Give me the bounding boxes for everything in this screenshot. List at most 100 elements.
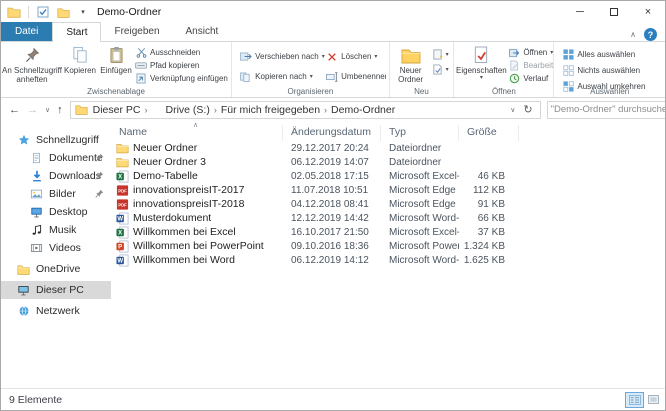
select-all-button[interactable]: Alles auswählen [562,49,665,60]
up-button[interactable]: ↑ [57,104,63,116]
sidebar-item-dokumente[interactable]: Dokumente [1,149,111,167]
delete-x-icon [326,51,338,63]
sidebar-item-downloads[interactable]: Downloads [1,167,111,185]
file-date: 06.12.2019 14:12 [291,254,369,266]
cut-button[interactable]: Ausschneiden [135,47,231,58]
new-folder-button[interactable]: Neuer Ordner [390,44,432,86]
quick-access-toolbar: ▾ [1,4,91,20]
sidebar-item-label: Bilder [49,188,76,200]
clipboard-icon [109,45,124,65]
search-input[interactable] [550,104,665,115]
file-row[interactable]: W Willkommen bei Word 06.12.2019 14:12 Micr… [111,253,665,267]
sidebar-item-label: Netzwerk [36,305,80,317]
ribbon-group-new: Neuer Ordner ▾ ▾ Neu [390,42,455,97]
new-item-button[interactable]: ▾ [432,48,454,61]
sort-ascending-icon[interactable]: ∧ [193,121,198,129]
sidebar-item-bilder[interactable]: Bilder [1,185,111,203]
history-button[interactable]: Verlauf [508,73,553,84]
breadcrumb-item[interactable]: Drive (S:) [162,104,212,116]
minimize-button[interactable]: ─ [563,1,597,23]
paste-button[interactable]: Einfügen [97,44,135,86]
computer-icon [17,284,30,297]
copy-to-button[interactable]: Kopieren nach ▾ [240,71,326,82]
address-dropdown-icon[interactable]: ∨ [505,106,520,114]
group-label-clipboard: Zwischenablage [87,87,145,96]
maximize-button[interactable] [597,1,631,23]
documents-icon [30,152,43,165]
qat-customize-dropdown[interactable]: ▾ [75,4,91,20]
help-icon[interactable]: ? [644,28,657,41]
sidebar-item-label: Schnellzugriff [36,134,99,146]
sidebar-item-netzwerk[interactable]: Netzwerk [1,302,111,320]
address-bar[interactable]: Dieser PC › Drive (S:) › Für mich freigegebe… [69,100,541,119]
sidebar-item-desktop[interactable]: Desktop [1,203,111,221]
file-date: 02.05.2018 17:15 [291,170,369,182]
file-row[interactable]: X Demo-Tabelle 02.05.2018 17:15 Microsoft E… [111,169,665,183]
tab-freigeben[interactable]: Freigeben [101,22,172,41]
recent-locations-dropdown[interactable]: ∨ [45,106,50,114]
tab-start[interactable]: Start [52,22,102,42]
open-button[interactable]: Öffnen ▾ [508,47,553,58]
sidebar-item-label: Musik [49,224,77,236]
file-row[interactable]: PDF innovationspreisIT-2017 11.07.2018 10:… [111,183,665,197]
delete-button[interactable]: Löschen ▾ [326,51,386,62]
sidebar-item-videos[interactable]: Videos [1,239,111,257]
copy-path-button[interactable]: Pfad kopieren [135,60,231,71]
qat-properties-button[interactable] [35,4,51,20]
forward-button[interactable]: → [27,104,38,116]
sidebar-item-dieser-pc[interactable]: Dieser PC [1,281,111,299]
sidebar-item-onedrive[interactable]: OneDrive [1,260,111,278]
file-row[interactable]: Neuer Ordner 3 06.12.2019 14:07 Dateiordne… [111,155,665,169]
copy-button[interactable]: Kopieren [63,44,97,86]
properties-button[interactable]: Eigenschaften ▾ [454,44,508,86]
edit-button[interactable]: Bearbeiten [508,60,553,71]
large-icons-view-button[interactable] [644,392,663,408]
tab-ansicht[interactable]: Ansicht [173,22,232,41]
videos-icon [30,242,43,255]
pin-icon [95,171,104,180]
window-controls: ─ × [563,1,665,23]
easy-access-button[interactable]: ▾ [432,63,454,76]
file-date: 06.12.2019 14:07 [291,156,369,168]
sidebar-item-label: OneDrive [36,263,81,275]
file-row[interactable]: Neuer Ordner 29.12.2017 20:24 Dateiordner [111,141,665,155]
column-header-änderungsdatum[interactable]: Änderungsdatum [283,125,381,141]
file-row[interactable]: W Musterdokument 12.12.2019 14:42 Microsoft… [111,211,665,225]
sidebar-item-musik[interactable]: Musik [1,221,111,239]
back-button[interactable]: ← [9,104,20,116]
breadcrumb-item[interactable]: Für mich freigegeben [218,104,323,116]
column-header-typ[interactable]: Typ [381,125,459,141]
paste-shortcut-icon [135,73,147,85]
file-row[interactable]: PDF innovationspreisIT-2018 04.12.2018 08:… [111,197,665,211]
breadcrumb-separator-icon[interactable]: › [143,105,148,115]
status-bar: 9 Elemente [1,388,665,410]
column-header-größe[interactable]: Größe [459,125,519,141]
rename-button[interactable]: Umbenennen [326,71,386,82]
copy-path-icon [135,60,147,72]
sidebar-item-schnellzugriff[interactable]: Schnellzugriff [1,131,111,149]
edit-icon [508,60,520,72]
move-to-button[interactable]: Verschieben nach ▾ [240,51,326,62]
tab-datei[interactable]: Datei [1,22,53,41]
ribbon-collapse-icon[interactable]: ∧ [630,30,636,39]
details-view-button[interactable] [625,391,644,408]
breadcrumb-item[interactable]: Demo-Ordner [328,104,398,116]
paste-shortcut-button[interactable]: Verknüpfung einfügen [135,73,231,84]
close-button[interactable]: × [631,1,665,23]
file-name: innovationspreisIT-2018 [133,198,245,210]
file-date: 09.10.2016 18:36 [291,240,369,252]
pdf-file-icon: PDF [116,184,129,197]
address-folder-icon [75,104,88,115]
pin-to-quick-access-button[interactable]: An Schnellzugriff anheften [1,44,63,86]
file-row[interactable]: P Willkommen bei PowerPoint 09.10.2016 18:… [111,239,665,253]
qat-new-folder-button[interactable] [55,4,71,20]
refresh-icon[interactable]: ↻ [520,103,535,116]
svg-text:PDF: PDF [118,188,127,193]
svg-text:P: P [118,244,122,250]
file-row[interactable]: X Willkommen bei Excel 16.10.2017 21:50 Mic… [111,225,665,239]
breadcrumb-item[interactable]: Dieser PC [90,104,144,116]
excel-file-icon: X [116,226,129,239]
select-none-button[interactable]: Nichts auswählen [562,65,665,76]
sidebar-item-label: Desktop [49,206,88,218]
move-to-icon [240,51,252,63]
